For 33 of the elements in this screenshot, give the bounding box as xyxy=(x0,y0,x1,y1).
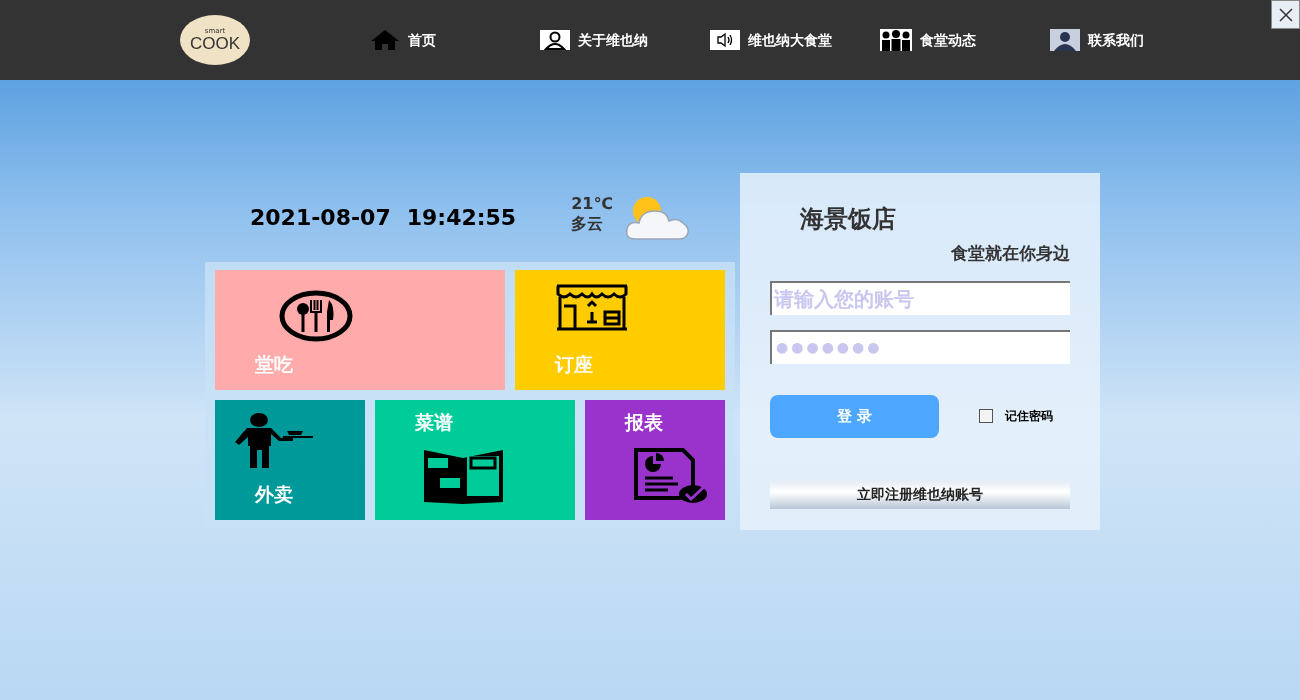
tile-label: 外卖 xyxy=(255,483,293,505)
nav-link[interactable]: 首页 xyxy=(370,29,540,51)
home-icon xyxy=(370,29,400,51)
feature-tile[interactable]: 报表 xyxy=(585,400,725,520)
slogan-text: 食堂就在你身边 xyxy=(951,242,1070,265)
speaker-icon xyxy=(710,30,740,50)
nav-link[interactable]: 维也纳大食堂 xyxy=(710,29,880,51)
tile-label: 菜谱 xyxy=(415,411,453,433)
restaurant-title: 海景饭店 xyxy=(800,204,897,235)
nav-link[interactable]: 联系我们 xyxy=(1050,29,1220,51)
time-text: 19:42:55 xyxy=(406,203,517,232)
weather-text: 多云 xyxy=(571,214,605,234)
temperature-text: 21℃ xyxy=(571,194,613,214)
close-button[interactable] xyxy=(1271,0,1300,29)
open-menu-icon xyxy=(423,448,505,504)
feature-tile[interactable]: 外卖 xyxy=(215,400,365,520)
nav-link[interactable]: 关于维也纳 xyxy=(540,29,710,51)
remember-label: 记住密码 xyxy=(1005,408,1053,425)
register-button[interactable]: 立即注册维也纳账号 xyxy=(770,480,1070,509)
nav-link[interactable]: 食堂动态 xyxy=(880,29,1050,51)
avatar-icon xyxy=(1050,29,1080,51)
close-icon xyxy=(1278,7,1293,22)
remember-checkbox[interactable] xyxy=(979,409,993,423)
tile-label: 堂吃 xyxy=(255,353,293,375)
storefront-icon xyxy=(555,282,629,332)
logo-text: COOK xyxy=(189,35,241,52)
waiter-icon xyxy=(233,412,313,468)
date-text: 2021-08-07 xyxy=(250,203,391,232)
people-icon xyxy=(880,29,912,51)
tile-label: 报表 xyxy=(625,411,663,433)
cutlery-icon xyxy=(279,290,353,342)
tile-label: 订座 xyxy=(555,353,593,375)
user-icon xyxy=(540,30,570,50)
